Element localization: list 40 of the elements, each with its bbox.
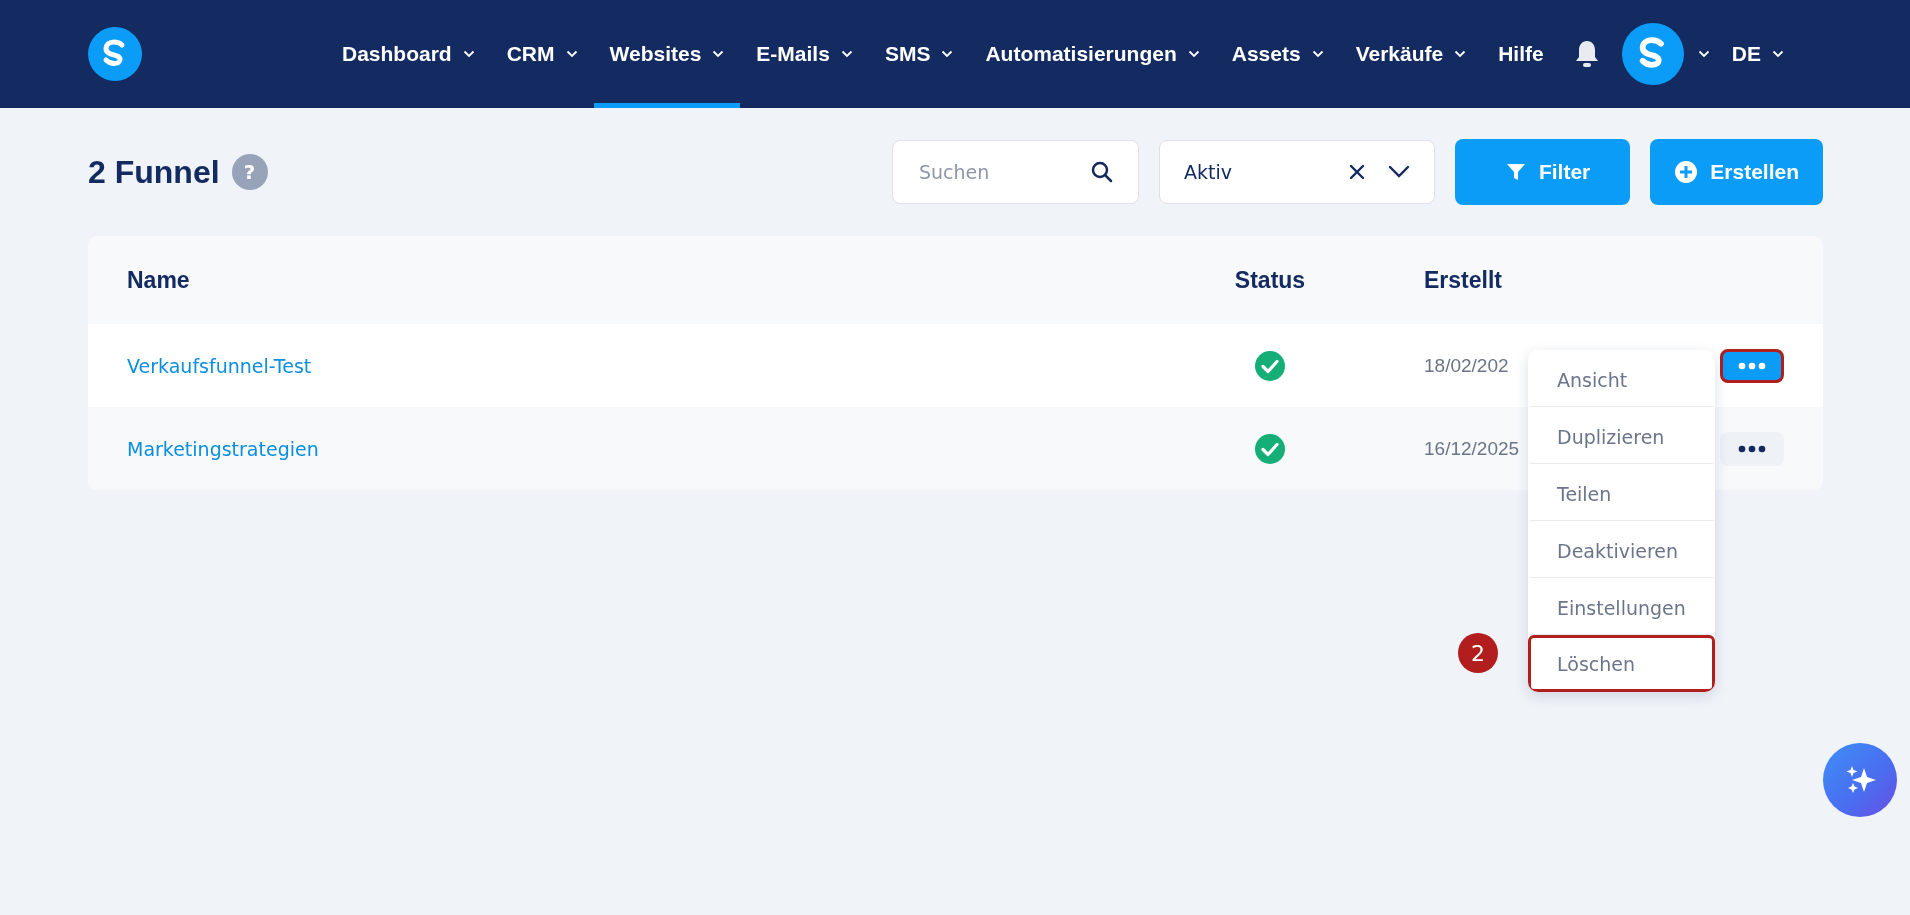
logo-icon[interactable] bbox=[88, 27, 142, 81]
column-header: Name bbox=[126, 266, 191, 294]
page-title: 2 Funnel bbox=[88, 153, 220, 191]
context-menu-item[interactable]: Teilen bbox=[1528, 464, 1715, 521]
nav-menu-item[interactable]: Hilfe bbox=[1482, 0, 1560, 108]
chevron-down-icon[interactable] bbox=[1387, 165, 1410, 179]
avatar-icon[interactable] bbox=[1621, 23, 1684, 85]
step-number-badge: 2 bbox=[1458, 633, 1498, 673]
context-menu-item[interactable]: Löschen bbox=[1528, 635, 1715, 692]
filter-icon bbox=[1504, 161, 1527, 183]
search-icon bbox=[1089, 160, 1114, 184]
created-date: 16/12/2025 bbox=[1424, 437, 1520, 459]
nav-menu-item[interactable]: Automatisierungen bbox=[969, 0, 1216, 108]
nav-menu-item[interactable]: CRM bbox=[490, 0, 594, 108]
context-menu-item[interactable]: Einstellungen bbox=[1528, 578, 1715, 635]
plus-circle-icon bbox=[1674, 160, 1699, 184]
nav-menu-item[interactable]: E-Mails bbox=[740, 0, 869, 108]
more-actions-button[interactable] bbox=[1720, 431, 1784, 466]
column-header: Erstellt bbox=[1423, 266, 1503, 294]
funnel-name-link[interactable]: Verkaufsfunnel-Test bbox=[127, 354, 312, 377]
status-dropdown[interactable]: Aktiv bbox=[1158, 140, 1435, 204]
nav-menu-item[interactable]: Assets bbox=[1215, 0, 1340, 108]
search-box[interactable]: Suchen bbox=[891, 140, 1139, 204]
nav-menu-item[interactable]: Dashboard bbox=[326, 0, 491, 108]
language-selector[interactable]: DE bbox=[1715, 0, 1800, 108]
more-actions-button[interactable] bbox=[1720, 348, 1784, 383]
clear-icon[interactable] bbox=[1347, 163, 1366, 181]
context-menu-item[interactable]: Deaktivieren bbox=[1528, 521, 1715, 578]
context-menu-item[interactable]: Ansicht bbox=[1528, 350, 1715, 407]
created-date: 18/02/202 bbox=[1424, 354, 1509, 376]
nav-menu-item[interactable]: Verkäufe bbox=[1339, 0, 1483, 108]
caret-icon bbox=[1771, 50, 1784, 58]
more-dots-icon bbox=[1738, 361, 1766, 370]
nav-menu-item[interactable]: SMS bbox=[868, 0, 970, 108]
context-menu-item[interactable]: Duplizieren bbox=[1528, 407, 1715, 464]
nav-menu-item[interactable]: Websites bbox=[593, 0, 741, 108]
caret-icon[interactable] bbox=[1697, 50, 1710, 58]
bell-icon[interactable] bbox=[1573, 39, 1600, 69]
more-dots-icon bbox=[1738, 444, 1766, 453]
column-header: Status bbox=[1233, 266, 1307, 294]
